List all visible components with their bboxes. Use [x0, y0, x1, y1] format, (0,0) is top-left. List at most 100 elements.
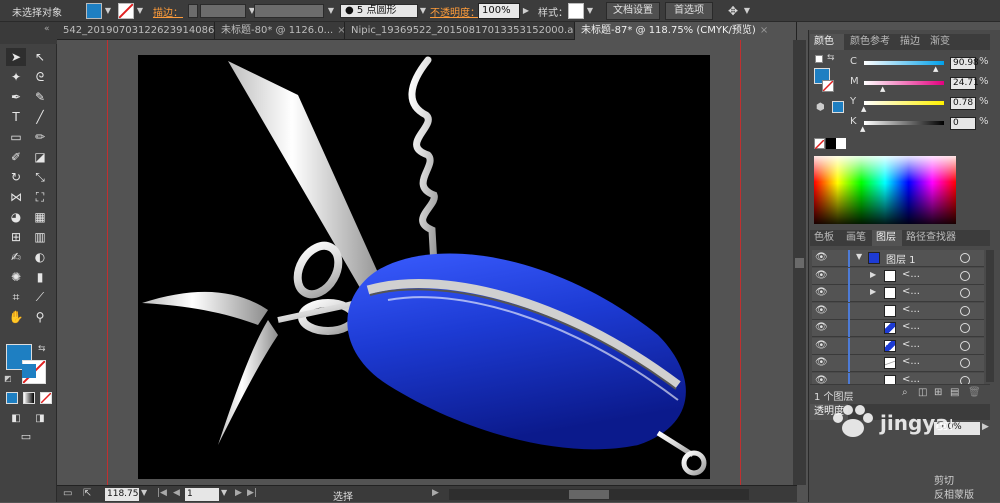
- target-circle-icon[interactable]: [960, 270, 970, 281]
- style-dropdown-icon[interactable]: ▼: [585, 3, 595, 19]
- slice-tool-icon[interactable]: ⟋: [30, 288, 50, 306]
- perspective-grid-tool-icon[interactable]: ▦: [30, 208, 50, 226]
- opacity-label[interactable]: 不透明度：: [430, 4, 480, 19]
- target-circle-icon[interactable]: [960, 340, 970, 351]
- opacity-arrow-icon[interactable]: ▶: [982, 422, 989, 432]
- black-swatch[interactable]: [826, 138, 836, 149]
- shape-builder-tool-icon[interactable]: ◕: [6, 208, 26, 226]
- opacity-arrow-icon[interactable]: ▶: [521, 3, 531, 19]
- curvature-tool-icon[interactable]: ✎: [30, 88, 50, 106]
- channel-value-input[interactable]: 0.78: [950, 97, 976, 110]
- expand-arrow-icon[interactable]: ▼: [856, 252, 862, 261]
- horizontal-scrollbar[interactable]: [449, 489, 749, 500]
- layer-row[interactable]: 👁 <...: [812, 302, 984, 320]
- slider-handle-icon[interactable]: ▲: [861, 105, 866, 113]
- prev-artboard-icon[interactable]: ◀: [173, 488, 180, 498]
- layer-row[interactable]: 👁 <...: [812, 337, 984, 355]
- artboard-nav-icon[interactable]: ▭: [63, 488, 72, 499]
- artboard-dropdown-icon[interactable]: ▼: [221, 488, 227, 497]
- target-circle-icon[interactable]: [960, 323, 970, 333]
- out-of-gamut-cube-icon[interactable]: ⬢: [816, 102, 825, 113]
- tab-color-guide[interactable]: 颜色参考: [846, 34, 896, 50]
- eyedropper-tool-icon[interactable]: ✍: [6, 248, 26, 266]
- tab-pathfinder[interactable]: 路径查找器: [902, 230, 962, 246]
- trash-icon[interactable]: 🗑: [968, 387, 981, 398]
- layer-name[interactable]: <...: [902, 269, 920, 280]
- layer-name[interactable]: <...: [902, 286, 920, 297]
- channel-slider-track[interactable]: [864, 61, 944, 65]
- free-transform-tool-icon[interactable]: ⛶: [30, 188, 50, 206]
- expand-arrow-icon[interactable]: ▶: [870, 270, 876, 279]
- layer-name[interactable]: <...: [902, 374, 920, 385]
- stroke-dropdown-icon[interactable]: ▼: [135, 3, 145, 19]
- arrange-icon[interactable]: ✥: [728, 4, 738, 18]
- channel-value-input[interactable]: 0: [950, 117, 976, 130]
- white-swatch[interactable]: [836, 138, 846, 149]
- visibility-eye-icon[interactable]: 👁: [815, 270, 828, 282]
- tab-document-2[interactable]: 未标题-80* @ 1126.0... ×: [215, 22, 345, 40]
- channel-slider-track[interactable]: [864, 81, 944, 85]
- zoom-tool-icon[interactable]: ⚲: [30, 308, 50, 326]
- channel-slider-track[interactable]: [864, 101, 944, 105]
- scale-tool-icon[interactable]: ⤡: [30, 168, 50, 186]
- target-circle-icon[interactable]: [960, 253, 970, 263]
- rotate-tool-icon[interactable]: ↻: [6, 168, 26, 186]
- next-artboard-icon[interactable]: ▶: [235, 488, 242, 498]
- artboard-tool-icon[interactable]: ⌗: [6, 288, 26, 306]
- zoom-input[interactable]: 118.75: [105, 488, 139, 501]
- channel-value-input[interactable]: 24.71: [950, 77, 979, 90]
- stroke-weight-stepper[interactable]: [188, 4, 198, 18]
- scroll-thumb[interactable]: [795, 258, 804, 268]
- mesh-tool-icon[interactable]: ⊞: [6, 228, 26, 246]
- shaper-tool-icon[interactable]: ✐: [6, 148, 26, 166]
- slider-handle-icon[interactable]: ▲: [933, 65, 938, 73]
- layers-scrollbar[interactable]: [986, 250, 994, 382]
- tab-stroke[interactable]: 描边: [896, 34, 926, 50]
- tab-swatches[interactable]: 色板: [810, 230, 840, 246]
- tab-color[interactable]: 颜色: [810, 34, 844, 50]
- brush-dropdown-icon[interactable]: ▼: [418, 3, 428, 19]
- layer-name[interactable]: <...: [902, 356, 920, 367]
- layer-row[interactable]: 👁 <...: [812, 355, 984, 372]
- channel-slider-track[interactable]: [864, 121, 944, 125]
- h-scroll-thumb[interactable]: [569, 490, 609, 499]
- first-artboard-icon[interactable]: |◀: [157, 488, 167, 498]
- target-circle-icon[interactable]: [960, 288, 970, 298]
- layer-name[interactable]: <...: [902, 321, 920, 332]
- slider-handle-icon[interactable]: ▲: [880, 85, 885, 93]
- visibility-eye-icon[interactable]: 👁: [815, 287, 828, 299]
- target-circle-icon[interactable]: [960, 358, 970, 368]
- type-tool-icon[interactable]: T: [6, 108, 26, 126]
- draw-behind-icon[interactable]: ◨: [30, 410, 50, 428]
- opacity-input[interactable]: 100%: [478, 3, 520, 19]
- none-mode-icon[interactable]: [40, 392, 52, 404]
- target-circle-icon[interactable]: [960, 305, 970, 316]
- expand-arrow-icon[interactable]: ▶: [870, 287, 876, 296]
- panel-stroke-swatch[interactable]: [822, 80, 834, 92]
- tab-document-active[interactable]: 未标题-87* @ 118.75% (CMYK/预览) ×: [575, 22, 797, 40]
- symbol-sprayer-tool-icon[interactable]: ✺: [6, 268, 26, 286]
- tab-document-1[interactable]: 542_20190703122623914086.ai*: [57, 22, 215, 40]
- hand-tool-icon[interactable]: ✋: [6, 308, 26, 326]
- blend-tool-icon[interactable]: ◐: [30, 248, 50, 266]
- visibility-eye-icon[interactable]: 👁: [815, 357, 828, 369]
- status-menu-icon[interactable]: ▶: [432, 488, 439, 498]
- variable-width-dropdown-icon[interactable]: ▼: [326, 3, 336, 19]
- fill-dropdown-icon[interactable]: ▼: [103, 3, 113, 19]
- variable-width-profile[interactable]: [254, 4, 324, 18]
- eraser-tool-icon[interactable]: ◪: [30, 148, 50, 166]
- preferences-button[interactable]: 首选项: [665, 2, 713, 20]
- zoom-dropdown-icon[interactable]: ▼: [141, 488, 147, 497]
- draw-normal-icon[interactable]: ◧: [6, 410, 26, 428]
- layer-row[interactable]: 👁 ▶ <...: [812, 267, 984, 285]
- default-colors-icon[interactable]: ◩: [4, 374, 12, 383]
- gradient-mode-icon[interactable]: [23, 392, 35, 404]
- clip-option[interactable]: 剪切: [934, 472, 954, 487]
- tab-layers[interactable]: 图层: [872, 230, 902, 246]
- none-swatch[interactable]: [814, 138, 825, 150]
- arrange-dropdown-icon[interactable]: ▼: [742, 3, 752, 19]
- stroke-weight-input[interactable]: [200, 4, 246, 18]
- stroke-label[interactable]: 描边：: [153, 4, 183, 19]
- layer-row[interactable]: 👁 <...: [812, 320, 984, 337]
- column-graph-tool-icon[interactable]: ▮: [30, 268, 50, 286]
